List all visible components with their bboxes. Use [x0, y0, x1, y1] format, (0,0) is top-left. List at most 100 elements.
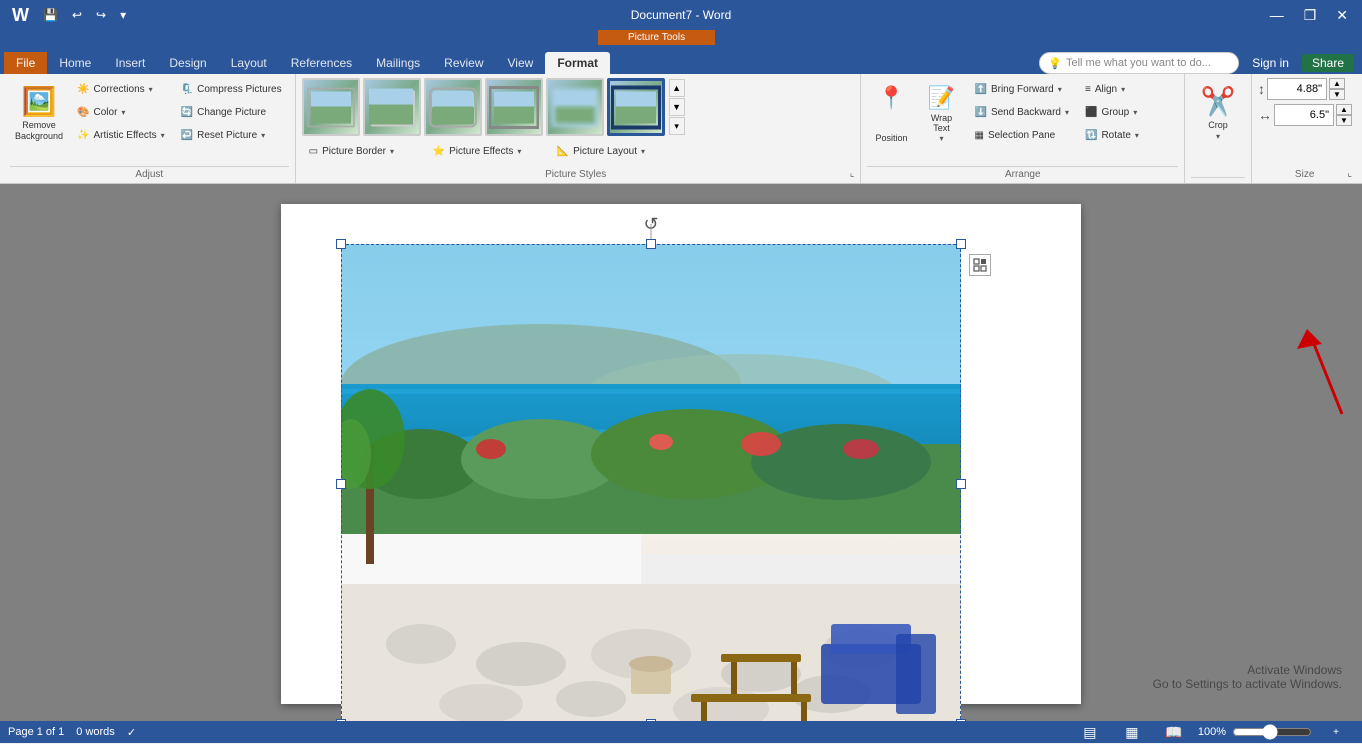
picture-effects-button[interactable]: ⭐ Picture Effects ▾ — [426, 140, 546, 162]
send-backward-button[interactable]: ⬇️ Send Backward ▾ — [967, 101, 1076, 123]
tab-mailings[interactable]: Mailings — [364, 52, 432, 74]
document-title: Document7 - Word — [631, 8, 731, 22]
height-decrement-button[interactable]: ▼ — [1329, 89, 1345, 100]
crop-icon: ✂️ — [1201, 85, 1236, 118]
signin-button[interactable]: Sign in — [1247, 53, 1294, 73]
view-read-mode[interactable]: 📖 — [1156, 721, 1192, 744]
tell-me-bar[interactable]: 💡 Tell me what you want to do... — [1039, 52, 1239, 74]
picture-border-icon: ▭ — [309, 146, 318, 157]
crop-button[interactable]: ✂️ Crop ▾ — [1191, 78, 1245, 146]
change-picture-button[interactable]: 🔄 Change Picture — [174, 101, 289, 123]
height-increment-button[interactable]: ▲ — [1329, 78, 1345, 89]
size-group-label: Size — [1258, 167, 1347, 183]
layout-options-icon[interactable] — [969, 254, 991, 276]
qat-undo-button[interactable]: ↩ — [68, 6, 86, 24]
width-spinner-row: ↔ ▲ ▼ — [1258, 104, 1352, 126]
corrections-chevron: ▾ — [149, 85, 153, 94]
gallery-scroll-more[interactable]: ▾ — [669, 117, 685, 135]
corrections-label: Corrections — [94, 84, 145, 95]
picture-style-1[interactable] — [302, 78, 360, 136]
proofing-icon[interactable]: ✓ — [127, 726, 136, 739]
tab-layout[interactable]: Layout — [219, 52, 279, 74]
bring-forward-button[interactable]: ⬆️ Bring Forward ▾ — [967, 78, 1076, 100]
align-button[interactable]: ≡ Align ▾ — [1078, 78, 1178, 100]
reset-pic-label: Reset Picture — [197, 130, 257, 141]
position-button[interactable]: 📍 Position — [867, 78, 915, 148]
picture-styles-content: ▲ ▼ ▾ ▭ Picture Border ▾ ⭐ Picture Effec… — [302, 78, 855, 167]
qat-redo-button[interactable]: ↪ — [92, 6, 110, 24]
handle-top-right[interactable] — [956, 239, 966, 249]
selection-pane-button[interactable]: ▦ Selection Pane — [967, 124, 1076, 146]
zoom-slider[interactable] — [1232, 726, 1312, 738]
reset-chevron: ▾ — [261, 131, 265, 140]
picture-style-6[interactable] — [607, 78, 665, 136]
tab-view[interactable]: View — [496, 52, 546, 74]
picture-styles-group-label: Picture Styles — [302, 167, 850, 183]
align-label: Align — [1095, 84, 1117, 95]
minimize-button[interactable]: — — [1264, 5, 1290, 25]
group-button[interactable]: ⬛ Group ▾ — [1078, 101, 1178, 123]
tab-insert[interactable]: Insert — [103, 52, 157, 74]
picture-style-5[interactable] — [546, 78, 604, 136]
zoom-in-button[interactable]: + — [1318, 724, 1354, 741]
reset-pic-icon: ↩️ — [181, 130, 193, 141]
handle-middle-right[interactable] — [956, 479, 966, 489]
tab-design[interactable]: Design — [157, 52, 218, 74]
gallery-scroll-down[interactable]: ▼ — [669, 98, 685, 116]
color-button[interactable]: 🎨 Color ▾ — [70, 101, 172, 123]
rotate-button[interactable]: 🔃 Rotate ▾ — [1078, 124, 1178, 146]
group-label: Group — [1101, 107, 1129, 118]
tab-home[interactable]: Home — [47, 52, 103, 74]
share-button[interactable]: Share — [1302, 54, 1354, 72]
document-image[interactable] — [341, 244, 961, 721]
reset-picture-button[interactable]: ↩️ Reset Picture ▾ — [174, 124, 289, 146]
qat-more-button[interactable]: ▾ — [116, 6, 130, 24]
view-web-layout[interactable]: ▦ — [1114, 721, 1150, 744]
picture-styles-expand-icon[interactable]: ⌞ — [850, 168, 855, 179]
handle-bottom-right[interactable] — [956, 719, 966, 721]
status-right: ▤ ▦ 📖 100% + — [1072, 721, 1354, 744]
picture-style-4[interactable] — [485, 78, 543, 136]
corrections-button[interactable]: ☀️ Corrections ▾ — [70, 78, 172, 100]
crop-chevron: ▾ — [1216, 132, 1220, 141]
arrange-col3: ⬆️ Bring Forward ▾ ⬇️ Send Backward ▾ ▦ … — [967, 78, 1076, 146]
compress-pictures-button[interactable]: 🗜️ Compress Pictures — [174, 78, 289, 100]
restore-button[interactable]: ❐ — [1298, 5, 1323, 26]
tab-file[interactable]: File — [4, 52, 47, 74]
align-icon: ≡ — [1085, 84, 1091, 95]
picture-border-button[interactable]: ▭ Picture Border ▾ — [302, 140, 422, 162]
tab-references[interactable]: References — [279, 52, 364, 74]
lightbulb-icon: 💡 — [1048, 57, 1062, 70]
wrap-text-button[interactable]: 📝 WrapText ▾ — [917, 78, 965, 148]
size-expand-icon[interactable]: ⌞ — [1347, 168, 1352, 179]
handle-top-left[interactable] — [336, 239, 346, 249]
tab-format[interactable]: Format — [545, 52, 610, 74]
close-button[interactable]: ✕ — [1330, 5, 1354, 26]
adjust-group-content: 🖼️ RemoveBackground ☀️ Corrections ▾ 🎨 C… — [10, 78, 289, 166]
position-label: Position — [875, 133, 907, 143]
picture-effects-chevron: ▾ — [517, 147, 521, 156]
picture-tools-header: Picture Tools — [598, 30, 715, 45]
width-decrement-button[interactable]: ▼ — [1336, 115, 1352, 126]
remove-bg-label: RemoveBackground — [15, 120, 63, 143]
view-print-layout[interactable]: ▤ — [1072, 721, 1108, 744]
handle-middle-left[interactable] — [336, 479, 346, 489]
gallery-scroll-up[interactable]: ▲ — [669, 79, 685, 97]
tab-review[interactable]: Review — [432, 52, 495, 74]
send-backward-label: Send Backward — [991, 107, 1061, 118]
artistic-effects-chevron: ▾ — [161, 131, 165, 140]
handle-bottom-middle[interactable] — [646, 719, 656, 721]
handle-top-middle[interactable] — [646, 239, 656, 249]
qat-save-button[interactable]: 💾 — [39, 6, 62, 24]
picture-style-2[interactable] — [363, 78, 421, 136]
artistic-effects-button[interactable]: ✨ Artistic Effects ▾ — [70, 124, 172, 146]
width-input[interactable] — [1274, 104, 1334, 126]
height-input[interactable] — [1267, 78, 1327, 100]
remove-background-button[interactable]: 🖼️ RemoveBackground — [10, 78, 68, 148]
position-icon: 📍 — [878, 85, 905, 111]
picture-style-3[interactable] — [424, 78, 482, 136]
picture-layout-button[interactable]: 📐 Picture Layout ▾ — [550, 140, 670, 162]
width-increment-button[interactable]: ▲ — [1336, 104, 1352, 115]
handle-bottom-left[interactable] — [336, 719, 346, 721]
arrange-group-label: Arrange — [867, 166, 1178, 183]
